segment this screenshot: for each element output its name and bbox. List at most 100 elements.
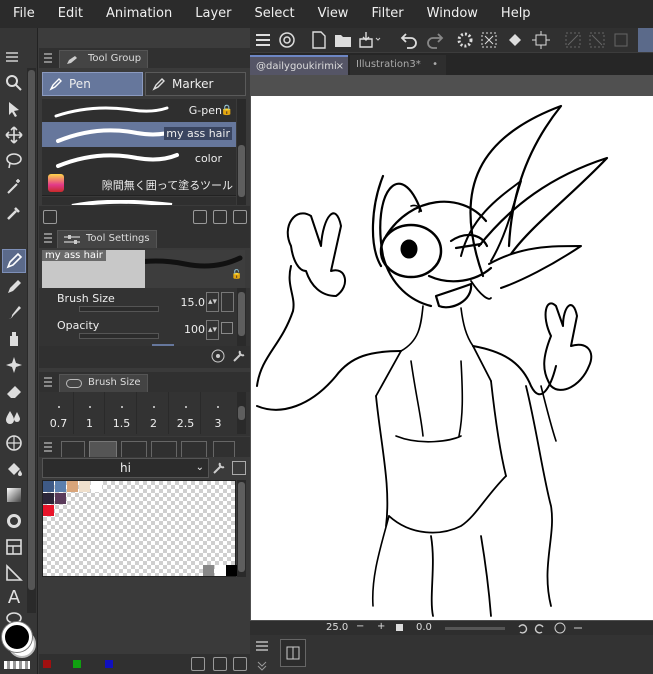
- color-set-tab[interactable]: [89, 441, 117, 457]
- brush-size-option[interactable]: 1: [75, 392, 105, 434]
- zoom-value[interactable]: 25.0: [326, 622, 348, 633]
- blend-tool-icon[interactable]: [3, 406, 25, 428]
- menu-file[interactable]: File: [0, 0, 45, 28]
- rotation-value[interactable]: 0.0: [416, 622, 432, 633]
- opacity-value[interactable]: 100: [169, 323, 205, 336]
- menu-icon[interactable]: [256, 33, 270, 47]
- toggle-selection-icon[interactable]: [638, 28, 653, 52]
- intermediate-color-tab[interactable]: [121, 441, 147, 457]
- subtool-tab-marker[interactable]: Marker: [145, 72, 246, 96]
- toolbar-scrollbar[interactable]: [27, 68, 36, 613]
- wrench-icon[interactable]: [212, 461, 226, 475]
- fit-view-icon[interactable]: [396, 624, 403, 631]
- frame-tool-icon[interactable]: [3, 536, 25, 558]
- navigator-panel-icon[interactable]: [280, 639, 306, 667]
- color-swatch[interactable]: [79, 481, 90, 492]
- color-swatch[interactable]: [215, 565, 226, 576]
- lock-icon[interactable]: 🔓: [231, 270, 242, 280]
- brush-item-color[interactable]: color: [42, 147, 236, 173]
- decoration-tool-icon[interactable]: [3, 354, 25, 376]
- subtool-menu-icon[interactable]: [43, 210, 57, 224]
- opacity-stepper[interactable]: ▴▾: [206, 320, 219, 340]
- fill-tool-icon[interactable]: [3, 458, 25, 480]
- clear-icon[interactable]: [480, 31, 498, 49]
- loading-icon[interactable]: [456, 31, 474, 49]
- brush-size-scrollbar[interactable]: [237, 392, 246, 434]
- opacity-slider[interactable]: [79, 333, 159, 339]
- undo-icon[interactable]: [400, 31, 418, 49]
- transform-icon[interactable]: [532, 31, 550, 49]
- zoom-tool-icon[interactable]: [3, 72, 25, 94]
- tool-property-icon[interactable]: [211, 349, 225, 363]
- color-wheel-tab[interactable]: [61, 441, 85, 457]
- tool-settings-tab[interactable]: Tool Settings: [57, 230, 157, 248]
- color-swatch[interactable]: [67, 481, 78, 492]
- save-icon[interactable]: [358, 31, 382, 49]
- rotate-right-icon[interactable]: [534, 622, 546, 634]
- color-swatch[interactable]: [43, 481, 54, 492]
- approx-color-tab[interactable]: [151, 441, 177, 457]
- color-swatch[interactable]: [43, 493, 54, 504]
- menu-layer[interactable]: Layer: [182, 0, 241, 28]
- menu-animation[interactable]: Animation: [93, 0, 182, 28]
- menu-filter[interactable]: Filter: [358, 0, 413, 28]
- grip-icon[interactable]: [44, 233, 52, 243]
- text-tool-icon[interactable]: A: [3, 586, 25, 608]
- menu-edit[interactable]: Edit: [45, 0, 93, 28]
- green-swatch[interactable]: [73, 660, 81, 668]
- grip-icon[interactable]: [3, 50, 21, 64]
- magic-wand-tool-icon[interactable]: [3, 176, 25, 198]
- import-color-icon[interactable]: [232, 461, 246, 475]
- document-tab-active[interactable]: @dailygoukirimi ×: [250, 55, 348, 75]
- color-swatch[interactable]: [91, 481, 102, 492]
- color-swatch[interactable]: [203, 565, 214, 576]
- brush-item-gap-fill[interactable]: 隙間無く囲って塗るツール: [42, 172, 236, 196]
- color-set-scrollbar[interactable]: [237, 480, 246, 577]
- tool-group-tab[interactable]: Tool Group: [59, 50, 149, 68]
- grip-icon[interactable]: [44, 377, 52, 387]
- document-tab[interactable]: Illustration3* •: [350, 55, 446, 75]
- unsaved-dot-icon[interactable]: •: [432, 55, 438, 75]
- reset-rotation-icon[interactable]: [554, 622, 566, 634]
- brush-tool-icon[interactable]: [3, 302, 25, 324]
- brush-size-option[interactable]: 2.5: [171, 392, 201, 434]
- trash-icon[interactable]: [233, 657, 247, 671]
- opacity-settings-icon[interactable]: [221, 322, 233, 334]
- redo-icon[interactable]: [426, 31, 444, 49]
- brush-size-stepper[interactable]: ▴▾: [206, 292, 219, 312]
- brush-size-slider[interactable]: [79, 306, 159, 312]
- rotate-left-icon[interactable]: [516, 622, 528, 634]
- chevron-down-icon[interactable]: [256, 659, 268, 671]
- grip-icon[interactable]: [44, 53, 52, 63]
- eraser-tool-icon[interactable]: [3, 380, 25, 402]
- menu-help[interactable]: Help: [488, 0, 541, 28]
- transparent-color-icon[interactable]: [4, 661, 30, 669]
- brush-size-option[interactable]: 2: [139, 392, 169, 434]
- color-swatch[interactable]: [226, 565, 237, 576]
- new-subtool-icon[interactable]: [213, 210, 227, 224]
- lasso-select-tool-icon[interactable]: [3, 150, 25, 172]
- color-swatch[interactable]: [55, 481, 66, 492]
- deselect-icon[interactable]: [564, 31, 582, 49]
- menu-window[interactable]: Window: [414, 0, 488, 28]
- open-folder-icon[interactable]: [334, 31, 352, 49]
- figure-tool-icon[interactable]: [3, 432, 25, 454]
- swirl-logo-icon[interactable]: [278, 31, 296, 49]
- brush-size-option[interactable]: 0.7: [44, 392, 74, 434]
- main-color-swatch[interactable]: [2, 622, 32, 652]
- wrench-icon[interactable]: [232, 349, 246, 363]
- grip-icon[interactable]: [44, 442, 52, 452]
- gradient-tool-icon[interactable]: [3, 484, 25, 506]
- tool-settings-scrollbar[interactable]: [237, 288, 246, 346]
- subview-tab[interactable]: [213, 441, 235, 457]
- brush-size-value[interactable]: 15.0: [169, 296, 206, 309]
- zoom-out-button[interactable]: −: [356, 621, 364, 632]
- drawing-canvas[interactable]: [251, 96, 653, 620]
- brush-size-option[interactable]: 3: [203, 392, 233, 434]
- zoom-in-button[interactable]: +: [377, 621, 385, 632]
- eyedropper-tool-icon[interactable]: [3, 202, 25, 224]
- add-color-icon[interactable]: [213, 657, 227, 671]
- copy-subtool-icon[interactable]: [193, 210, 207, 224]
- close-icon[interactable]: ×: [336, 57, 344, 77]
- brush-size-tab[interactable]: Brush Size: [59, 374, 148, 392]
